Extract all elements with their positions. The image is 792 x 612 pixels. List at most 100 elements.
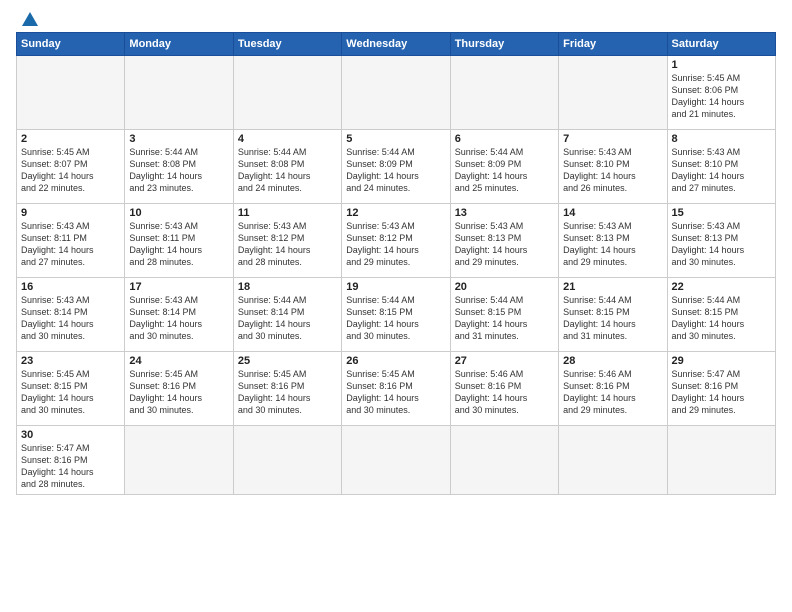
day-number: 24 xyxy=(129,355,228,367)
day-info: Sunrise: 5:43 AM Sunset: 8:12 PM Dayligh… xyxy=(238,220,337,269)
calendar-cell xyxy=(125,426,233,495)
calendar-cell: 26Sunrise: 5:45 AM Sunset: 8:16 PM Dayli… xyxy=(342,352,450,426)
calendar-cell: 3Sunrise: 5:44 AM Sunset: 8:08 PM Daylig… xyxy=(125,130,233,204)
calendar-cell: 30Sunrise: 5:47 AM Sunset: 8:16 PM Dayli… xyxy=(17,426,125,495)
day-number: 16 xyxy=(21,281,120,293)
calendar-cell: 9Sunrise: 5:43 AM Sunset: 8:11 PM Daylig… xyxy=(17,204,125,278)
day-number: 5 xyxy=(346,133,445,145)
day-info: Sunrise: 5:45 AM Sunset: 8:16 PM Dayligh… xyxy=(129,368,228,417)
day-number: 8 xyxy=(672,133,771,145)
day-number: 12 xyxy=(346,207,445,219)
calendar-cell xyxy=(559,426,667,495)
calendar-cell: 17Sunrise: 5:43 AM Sunset: 8:14 PM Dayli… xyxy=(125,278,233,352)
calendar-cell xyxy=(450,426,558,495)
day-number: 11 xyxy=(238,207,337,219)
calendar-cell: 10Sunrise: 5:43 AM Sunset: 8:11 PM Dayli… xyxy=(125,204,233,278)
logo-area xyxy=(16,12,42,26)
day-number: 14 xyxy=(563,207,662,219)
calendar-week-row: 1Sunrise: 5:45 AM Sunset: 8:06 PM Daylig… xyxy=(17,56,776,130)
day-info: Sunrise: 5:44 AM Sunset: 8:08 PM Dayligh… xyxy=(238,146,337,195)
day-info: Sunrise: 5:43 AM Sunset: 8:10 PM Dayligh… xyxy=(672,146,771,195)
day-info: Sunrise: 5:44 AM Sunset: 8:15 PM Dayligh… xyxy=(563,294,662,343)
day-number: 6 xyxy=(455,133,554,145)
day-number: 4 xyxy=(238,133,337,145)
day-info: Sunrise: 5:46 AM Sunset: 8:16 PM Dayligh… xyxy=(563,368,662,417)
day-info: Sunrise: 5:43 AM Sunset: 8:13 PM Dayligh… xyxy=(455,220,554,269)
day-info: Sunrise: 5:44 AM Sunset: 8:15 PM Dayligh… xyxy=(672,294,771,343)
calendar-header-monday: Monday xyxy=(125,33,233,56)
calendar-cell: 15Sunrise: 5:43 AM Sunset: 8:13 PM Dayli… xyxy=(667,204,775,278)
calendar-week-row: 9Sunrise: 5:43 AM Sunset: 8:11 PM Daylig… xyxy=(17,204,776,278)
calendar-cell: 16Sunrise: 5:43 AM Sunset: 8:14 PM Dayli… xyxy=(17,278,125,352)
day-number: 20 xyxy=(455,281,554,293)
day-info: Sunrise: 5:45 AM Sunset: 8:15 PM Dayligh… xyxy=(21,368,120,417)
day-number: 27 xyxy=(455,355,554,367)
calendar-cell: 28Sunrise: 5:46 AM Sunset: 8:16 PM Dayli… xyxy=(559,352,667,426)
calendar-header-wednesday: Wednesday xyxy=(342,33,450,56)
day-info: Sunrise: 5:47 AM Sunset: 8:16 PM Dayligh… xyxy=(21,442,120,491)
calendar-cell xyxy=(17,56,125,130)
day-number: 13 xyxy=(455,207,554,219)
day-info: Sunrise: 5:43 AM Sunset: 8:11 PM Dayligh… xyxy=(129,220,228,269)
day-number: 19 xyxy=(346,281,445,293)
calendar-cell: 22Sunrise: 5:44 AM Sunset: 8:15 PM Dayli… xyxy=(667,278,775,352)
calendar-cell: 6Sunrise: 5:44 AM Sunset: 8:09 PM Daylig… xyxy=(450,130,558,204)
day-number: 18 xyxy=(238,281,337,293)
calendar-week-row: 16 Sunrise: 5:43 AM Sunset: 8:14 PM Dayli… xyxy=(17,278,776,352)
calendar-cell: 18Sunrise: 5:44 AM Sunset: 8:14 PM Dayli… xyxy=(233,278,341,352)
day-info: Sunrise: 5:43 AM Sunset: 8:12 PM Dayligh… xyxy=(346,220,445,269)
calendar: SundayMondayTuesdayWednesdayThursdayFrid… xyxy=(16,32,776,495)
calendar-cell xyxy=(233,426,341,495)
day-number: 22 xyxy=(672,281,771,293)
day-info: Sunrise: 5:47 AM Sunset: 8:16 PM Dayligh… xyxy=(672,368,771,417)
day-info: Sunrise: 5:43 AM Sunset: 8:13 PM Dayligh… xyxy=(563,220,662,269)
day-info: Sunrise: 5:46 AM Sunset: 8:16 PM Dayligh… xyxy=(455,368,554,417)
calendar-cell xyxy=(450,56,558,130)
calendar-cell xyxy=(342,56,450,130)
calendar-cell: 4Sunrise: 5:44 AM Sunset: 8:08 PM Daylig… xyxy=(233,130,341,204)
day-info: Sunrise: 5:44 AM Sunset: 8:09 PM Dayligh… xyxy=(455,146,554,195)
header xyxy=(16,12,776,26)
day-number: 28 xyxy=(563,355,662,367)
calendar-cell: 24Sunrise: 5:45 AM Sunset: 8:16 PM Dayli… xyxy=(125,352,233,426)
day-number: 21 xyxy=(563,281,662,293)
calendar-cell: 13Sunrise: 5:43 AM Sunset: 8:13 PM Dayli… xyxy=(450,204,558,278)
day-number: 23 xyxy=(21,355,120,367)
calendar-cell: 2Sunrise: 5:45 AM Sunset: 8:07 PM Daylig… xyxy=(17,130,125,204)
logo xyxy=(16,12,42,26)
day-number: 3 xyxy=(129,133,228,145)
calendar-cell: 20Sunrise: 5:44 AM Sunset: 8:15 PM Dayli… xyxy=(450,278,558,352)
calendar-cell: 11Sunrise: 5:43 AM Sunset: 8:12 PM Dayli… xyxy=(233,204,341,278)
day-info: Sunrise: 5:43 AM Sunset: 8:10 PM Dayligh… xyxy=(563,146,662,195)
day-number: 25 xyxy=(238,355,337,367)
day-number: 15 xyxy=(672,207,771,219)
day-info: Sunrise: 5:45 AM Sunset: 8:16 PM Dayligh… xyxy=(346,368,445,417)
calendar-cell: 12Sunrise: 5:43 AM Sunset: 8:12 PM Dayli… xyxy=(342,204,450,278)
day-info: Sunrise: 5:43 AM Sunset: 8:13 PM Dayligh… xyxy=(672,220,771,269)
calendar-cell: 8Sunrise: 5:43 AM Sunset: 8:10 PM Daylig… xyxy=(667,130,775,204)
calendar-cell: 7Sunrise: 5:43 AM Sunset: 8:10 PM Daylig… xyxy=(559,130,667,204)
calendar-header-sunday: Sunday xyxy=(17,33,125,56)
calendar-cell: 27Sunrise: 5:46 AM Sunset: 8:16 PM Dayli… xyxy=(450,352,558,426)
day-info: Sunrise: 5:44 AM Sunset: 8:09 PM Dayligh… xyxy=(346,146,445,195)
calendar-cell: 14Sunrise: 5:43 AM Sunset: 8:13 PM Dayli… xyxy=(559,204,667,278)
day-number: 10 xyxy=(129,207,228,219)
day-info: Sunrise: 5:44 AM Sunset: 8:15 PM Dayligh… xyxy=(346,294,445,343)
calendar-cell xyxy=(667,426,775,495)
calendar-cell: 1Sunrise: 5:45 AM Sunset: 8:06 PM Daylig… xyxy=(667,56,775,130)
day-info: Sunrise: 5:44 AM Sunset: 8:14 PM Dayligh… xyxy=(238,294,337,343)
day-number: 26 xyxy=(346,355,445,367)
calendar-cell: 19Sunrise: 5:44 AM Sunset: 8:15 PM Dayli… xyxy=(342,278,450,352)
calendar-header-row: SundayMondayTuesdayWednesdayThursdayFrid… xyxy=(17,33,776,56)
day-info: Sunrise: 5:44 AM Sunset: 8:15 PM Dayligh… xyxy=(455,294,554,343)
calendar-cell xyxy=(342,426,450,495)
day-number: 17 xyxy=(129,281,228,293)
calendar-cell xyxy=(233,56,341,130)
day-info: Sunrise: 5:45 AM Sunset: 8:16 PM Dayligh… xyxy=(238,368,337,417)
calendar-cell: 21Sunrise: 5:44 AM Sunset: 8:15 PM Dayli… xyxy=(559,278,667,352)
day-number: 7 xyxy=(563,133,662,145)
day-number: 2 xyxy=(21,133,120,145)
day-info: Sunrise: 5:43 AM Sunset: 8:14 PM Dayligh… xyxy=(129,294,228,343)
calendar-cell: 25Sunrise: 5:45 AM Sunset: 8:16 PM Dayli… xyxy=(233,352,341,426)
day-number: 29 xyxy=(672,355,771,367)
